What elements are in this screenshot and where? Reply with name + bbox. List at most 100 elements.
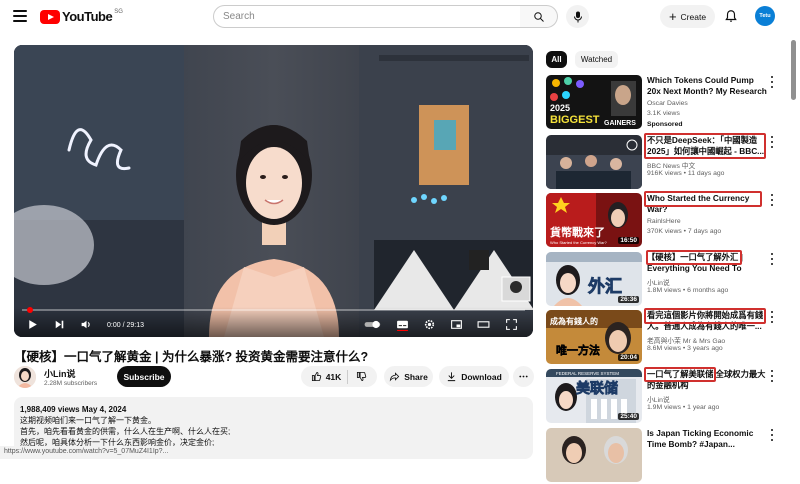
video-thumbnail[interactable] xyxy=(546,428,642,482)
recommendation-item[interactable]: 外汇 26:36 【硬核】一口气了解外汇 | Everything You Ne… xyxy=(546,252,790,308)
video-duration: 25:40 xyxy=(618,413,639,420)
more-vertical-icon[interactable] xyxy=(768,75,776,89)
recommendation-meta: 916K views • 11 days ago xyxy=(647,170,725,177)
recommendation-channel[interactable]: 小Lin说 xyxy=(647,394,670,404)
recommendation-item[interactable]: Is Japan Ticking Economic Time Bomb? #Ja… xyxy=(546,428,790,484)
recommendation-channel[interactable]: 小Lin说 xyxy=(647,277,670,287)
miniplayer-icon[interactable] xyxy=(450,318,463,331)
more-vertical-icon[interactable] xyxy=(768,252,776,266)
search-input[interactable]: Search xyxy=(213,5,521,28)
description-line: 这期视频咱们来一口气了解一下黄金。 xyxy=(20,416,156,425)
account-avatar[interactable]: Tetu xyxy=(755,6,775,26)
svg-text:2025: 2025 xyxy=(550,103,570,113)
progress-scrubber[interactable] xyxy=(27,307,33,313)
region-code: SG xyxy=(114,8,123,15)
chip-watched[interactable]: Watched xyxy=(575,51,618,68)
recommendation-meta: 1.8M views • 6 months ago xyxy=(647,287,729,294)
more-horizontal-icon xyxy=(519,375,528,378)
chip-all[interactable]: All xyxy=(546,51,567,68)
recommendation-meta: 370K views • 7 days ago xyxy=(647,228,722,235)
recommendation-channel[interactable]: 老高與小茉 Mr & Mrs Gao xyxy=(647,335,725,345)
youtube-logo[interactable]: YouTube SG xyxy=(40,9,123,24)
recommendation-item[interactable]: FEDERAL RESERVE SYSTEM 美联储 25:40 一口气了解美联… xyxy=(546,369,790,425)
recommendation-title[interactable]: 一口气了解美联储 全球权力最大的金融机构 xyxy=(647,369,767,391)
svg-text:Who Started the Currency War?: Who Started the Currency War? xyxy=(550,240,608,245)
scrollbar-thumb[interactable] xyxy=(791,40,796,100)
create-button[interactable]: + Create xyxy=(660,5,715,28)
more-vertical-icon[interactable] xyxy=(768,369,776,383)
thumbs-down-icon[interactable] xyxy=(356,371,367,382)
video-thumbnail[interactable] xyxy=(546,135,642,189)
progress-bar[interactable] xyxy=(22,307,525,313)
time-display: 0:00 / 29:13 xyxy=(107,322,144,329)
search-button[interactable] xyxy=(520,5,558,28)
fullscreen-icon[interactable] xyxy=(505,318,518,331)
svg-text:成為有錢人的: 成為有錢人的 xyxy=(550,316,598,326)
recommendation-title[interactable]: 不只是DeepSeek：「中國製造2025」如何讓中國崛起 - BBC... xyxy=(647,135,767,157)
channel-avatar[interactable] xyxy=(14,366,36,388)
video-duration: 20:04 xyxy=(618,354,639,361)
recommendation-channel[interactable]: Oscar Davies xyxy=(647,100,688,107)
recommendation-item[interactable]: 貨幣戰來了 Who Started the Currency War? 16:5… xyxy=(546,193,790,249)
next-video-icon[interactable] xyxy=(53,318,66,331)
recommendation-title[interactable]: Which Tokens Could Pump 20x Next Month? … xyxy=(647,75,767,97)
more-actions-button[interactable] xyxy=(513,366,534,387)
play-icon[interactable] xyxy=(26,318,39,331)
more-vertical-icon[interactable] xyxy=(768,193,776,207)
more-vertical-icon[interactable] xyxy=(768,135,776,149)
download-icon xyxy=(448,372,456,382)
notifications-bell-icon[interactable] xyxy=(724,9,738,23)
recommendation-meta: 1.9M views • 1 year ago xyxy=(647,404,720,411)
recommendation-item[interactable]: 成為有錢人的 唯一方法 20:04 看完這個影片你將開始成爲有錢人。普通人成為有… xyxy=(546,310,790,366)
svg-text:美联储: 美联储 xyxy=(576,380,618,397)
scrollbar[interactable] xyxy=(789,34,797,459)
video-player[interactable]: 0:00 / 29:13 xyxy=(14,45,533,337)
video-duration: 26:36 xyxy=(618,296,639,303)
create-label: Create xyxy=(680,11,707,22)
subscribe-button[interactable]: Subscribe xyxy=(117,366,171,387)
video-thumbnail[interactable]: 成為有錢人的 唯一方法 20:04 xyxy=(546,310,642,364)
more-vertical-icon[interactable] xyxy=(768,310,776,324)
youtube-play-icon xyxy=(40,9,60,24)
logo-text: YouTube xyxy=(62,9,113,24)
channel-name[interactable]: 小Lin说 xyxy=(44,367,76,380)
recommendation-title[interactable]: 看完這個影片你將開始成爲有錢人。普通人成為有錢人的唯一... xyxy=(647,310,767,332)
video-duration: 16:50 xyxy=(618,237,639,244)
like-button[interactable]: 41K xyxy=(311,369,349,384)
autoplay-toggle-icon[interactable] xyxy=(364,318,382,331)
svg-text:唯一方法: 唯一方法 xyxy=(556,343,600,357)
share-button[interactable]: Share xyxy=(384,366,433,387)
svg-text:外汇: 外汇 xyxy=(588,276,622,297)
description-line: 首先，咱先看看黄金的供需，什么人在生产啊、什么人在买; xyxy=(20,427,231,436)
recommendation-title[interactable]: Who Started the Currency War? xyxy=(647,193,767,215)
subscriber-count: 2.28M subscribers xyxy=(44,380,98,387)
player-controls: 0:00 / 29:13 xyxy=(14,307,533,337)
svg-text:FEDERAL RESERVE SYSTEM: FEDERAL RESERVE SYSTEM xyxy=(556,371,619,376)
video-thumbnail[interactable]: 貨幣戰來了 Who Started the Currency War? 16:5… xyxy=(546,193,642,247)
video-thumbnail[interactable]: FEDERAL RESERVE SYSTEM 美联储 25:40 xyxy=(546,369,642,423)
download-button[interactable]: Download xyxy=(439,366,509,387)
status-url: https://www.youtube.com/watch?v=5_07MuZ4… xyxy=(0,446,230,459)
more-vertical-icon[interactable] xyxy=(768,428,776,442)
voice-search-button[interactable] xyxy=(566,5,589,28)
theater-mode-icon[interactable] xyxy=(477,318,490,331)
volume-icon[interactable] xyxy=(80,318,93,331)
settings-gear-icon[interactable] xyxy=(423,318,436,331)
recommendation-item[interactable]: 不只是DeepSeek：「中國製造2025」如何讓中國崛起 - BBC... B… xyxy=(546,135,790,191)
recommendation-meta: 3.1K views xyxy=(647,110,680,117)
recommendation-item[interactable]: 2025 BIGGEST GAINERS Which Tokens Could … xyxy=(546,75,790,131)
share-icon xyxy=(390,372,400,382)
recommendation-channel[interactable]: BBC News 中文 xyxy=(647,160,695,170)
recommendation-title[interactable]: Is Japan Ticking Economic Time Bomb? #Ja… xyxy=(647,428,767,450)
hamburger-menu-icon[interactable] xyxy=(13,10,27,22)
video-thumbnail[interactable]: 2025 BIGGEST GAINERS xyxy=(546,75,642,129)
recommendation-title[interactable]: 【硬核】一口气了解外汇 | Everything You Need To Kno… xyxy=(647,252,767,274)
video-title: 【硬核】一口气了解黄金 | 为什么暴涨? 投资黄金需要注意什么? xyxy=(14,350,369,364)
subtitles-icon[interactable] xyxy=(396,318,409,331)
video-thumbnail[interactable]: 外汇 26:36 xyxy=(546,252,642,306)
recommendation-channel[interactable]: RainlsHere xyxy=(647,218,681,225)
sponsored-label: Sponsored xyxy=(647,121,683,128)
like-count: 41K xyxy=(325,371,342,382)
video-frame xyxy=(14,45,533,337)
view-count-date: 1,988,409 views May 4, 2024 xyxy=(20,405,127,414)
